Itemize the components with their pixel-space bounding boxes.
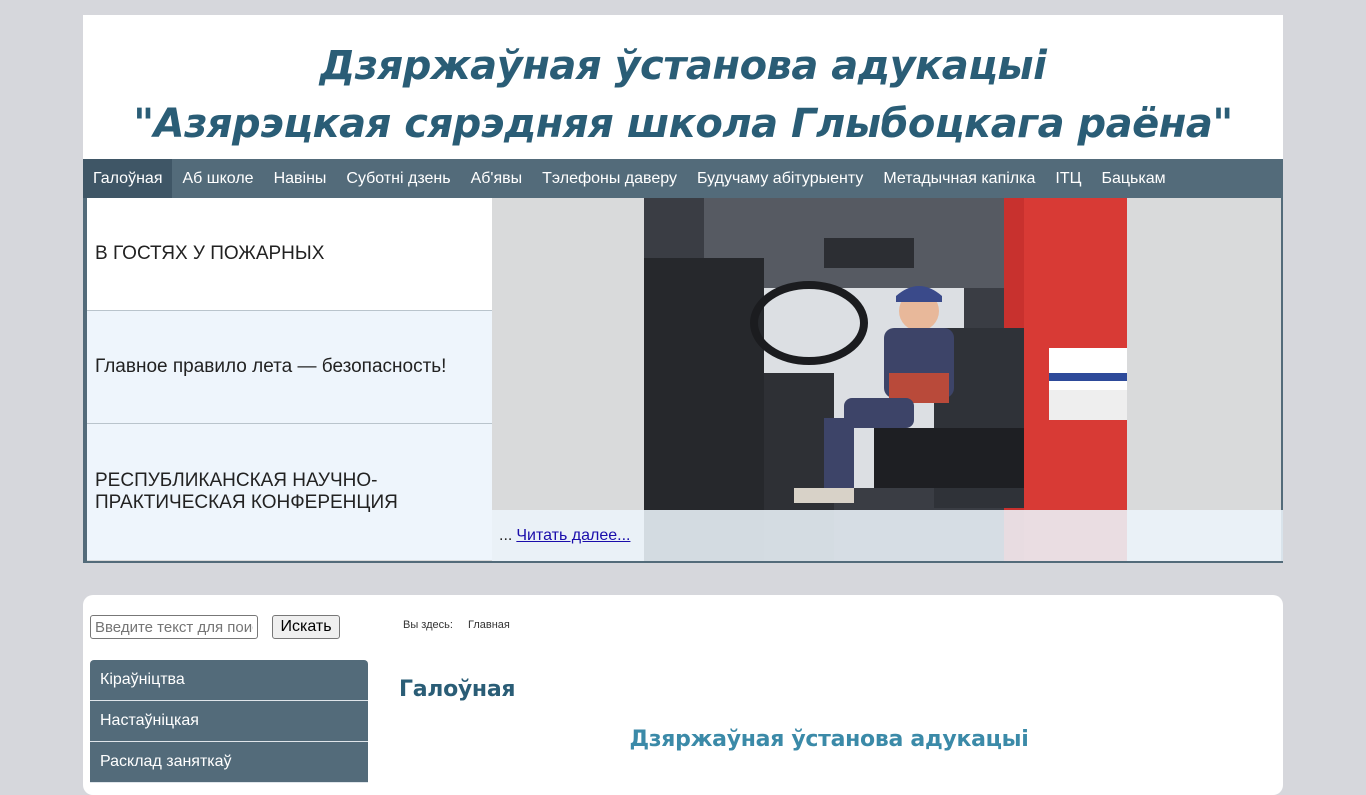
page: Дзяржаўная ўстанова адукацыі "Азярэцкая …: [83, 15, 1283, 795]
main-nav: Галоўная Аб школе Навіны Суботні дзень А…: [83, 159, 1283, 198]
nav-item-home[interactable]: Галоўная: [83, 159, 173, 198]
slider-item-firefighters[interactable]: В ГОСТЯХ У ПОЖАРНЫХ: [87, 198, 492, 311]
content-area: Искать Кіраўніцтва Настаўніцкая Расклад …: [83, 595, 1283, 795]
side-menu-item-teachers[interactable]: Настаўніцкая: [90, 701, 368, 742]
slider-image[interactable]: [644, 198, 1127, 561]
site-header: Дзяржаўная ўстанова адукацыі "Азярэцкая …: [83, 15, 1283, 159]
nav-item-applicants[interactable]: Будучаму абітурыенту: [687, 159, 873, 198]
side-menu: Кіраўніцтва Настаўніцкая Расклад занятка…: [90, 660, 368, 783]
nav-item-about[interactable]: Аб школе: [172, 159, 263, 198]
nav-item-trust-phones[interactable]: Тэлефоны даверу: [532, 159, 687, 198]
search-input[interactable]: [90, 615, 258, 639]
read-more-ellipsis: ...: [499, 526, 513, 544]
slider-item-summer-safety[interactable]: Главное правило лета — безопасность!: [87, 311, 492, 424]
nav-item-methodical[interactable]: Метадычная капілка: [873, 159, 1045, 198]
slider-item-conference[interactable]: РЕСПУБЛИКАНСКАЯ НАУЧНО-ПРАКТИЧЕСКАЯ КОНФ…: [87, 424, 492, 560]
breadcrumb: Вы здесь: Главная: [403, 619, 510, 631]
nav-item-saturday[interactable]: Суботні дзень: [336, 159, 460, 198]
site-title-line2: "Азярэцкая сярэдняя школа Глыбоцкага раё…: [133, 101, 1233, 147]
side-menu-item-schedule[interactable]: Расклад заняткаў: [90, 742, 368, 783]
slider-list: В ГОСТЯХ У ПОЖАРНЫХ Главное правило лета…: [85, 198, 492, 561]
news-slider: В ГОСТЯХ У ПОЖАРНЫХ Главное правило лета…: [83, 198, 1283, 563]
article-title: Дзяржаўная ўстанова адукацыі: [629, 727, 1029, 752]
site-title-line1: Дзяржаўная ўстанова адукацыі: [319, 43, 1047, 89]
nav-item-announcements[interactable]: Аб'явы: [461, 159, 533, 198]
side-menu-item-management[interactable]: Кіраўніцтва: [90, 660, 368, 701]
nav-item-news[interactable]: Навіны: [264, 159, 337, 198]
read-more-bar: ... Читать далее...: [492, 510, 1283, 561]
search-button[interactable]: Искать: [272, 615, 340, 639]
nav-item-parents[interactable]: Бацькам: [1091, 159, 1175, 198]
breadcrumb-current: Главная: [468, 619, 510, 631]
nav-item-itc[interactable]: ІТЦ: [1045, 159, 1091, 198]
read-more-link[interactable]: Читать далее...: [516, 527, 630, 545]
site-title: Дзяржаўная ўстанова адукацыі "Азярэцкая …: [83, 15, 1283, 153]
fire-truck-photo: [644, 198, 1127, 561]
breadcrumb-prefix: Вы здесь:: [403, 619, 453, 631]
page-heading: Галоўная: [399, 677, 516, 702]
